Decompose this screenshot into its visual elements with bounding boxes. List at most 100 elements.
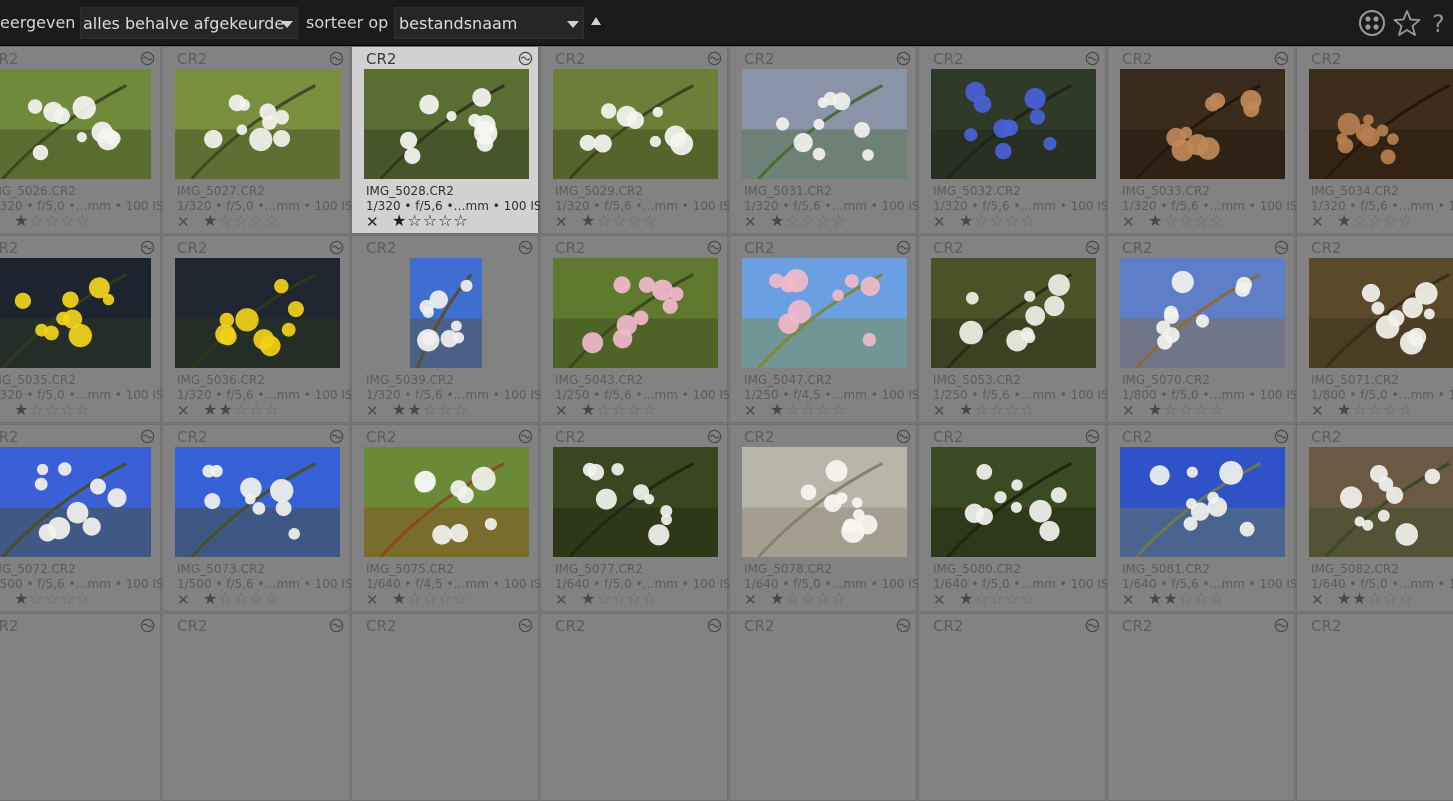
thumbnail-image[interactable] [931,447,1096,557]
thumbnail-cell[interactable]: CR2 [729,613,917,801]
thumbnail-image[interactable] [0,447,151,557]
star-icon[interactable]: ★ [392,211,407,230]
thumbnail-cell[interactable]: CR2IMG_5070.CR21/800 • f/5,0 •…mm • 100 … [1107,235,1295,423]
star-icon[interactable]: ☆ [1020,400,1035,419]
reject-icon[interactable]: ✕ [933,214,946,231]
star-icon[interactable]: ☆ [974,400,989,419]
star-icon[interactable]: ☆ [75,400,90,419]
star-icon[interactable]: ☆ [218,589,233,608]
sort-dropdown[interactable]: bestandsnaam [394,7,584,39]
star-icon[interactable]: ☆ [407,589,422,608]
star-icon[interactable]: ★ [203,211,218,230]
star-icon[interactable]: ☆ [249,400,264,419]
star-rating[interactable]: ★☆☆☆☆ [14,212,91,230]
thumbnail-cell[interactable]: CR2IMG_5078.CR21/640 • f/5,0 •…mm • 100 … [729,424,917,612]
star-rating[interactable]: ★★☆☆☆ [203,401,280,419]
altered-icon[interactable] [140,429,155,444]
altered-icon[interactable] [518,240,533,255]
star-icon[interactable]: ☆ [785,400,800,419]
star-icon[interactable]: ★ [581,400,596,419]
star-icon[interactable]: ★ [14,211,29,230]
thumbnail-cell[interactable]: CR2 [918,613,1106,801]
star-icon[interactable]: ☆ [642,211,657,230]
reject-icon[interactable]: ✕ [933,403,946,420]
star-icon[interactable]: ☆ [1020,589,1035,608]
star-icon[interactable]: ☆ [612,400,627,419]
star-icon[interactable]: ☆ [831,400,846,419]
star-icon[interactable]: ☆ [45,211,60,230]
thumbnail-image[interactable] [931,69,1096,179]
thumbnail-image[interactable] [364,69,529,179]
thumbnail-cell[interactable]: CR2IMG_5080.CR21/640 • f/5,0 •…mm • 100 … [918,424,1106,612]
reject-icon[interactable]: ✕ [0,592,1,609]
star-icon[interactable]: ☆ [801,589,816,608]
reject-icon[interactable]: ✕ [366,403,379,420]
thumbnail-image[interactable] [175,447,340,557]
star-icon[interactable]: ☆ [1163,400,1178,419]
filter-dropdown[interactable]: alles behalve afgekeurde [80,7,298,39]
star-rating[interactable]: ★☆☆☆☆ [1337,401,1414,419]
star-icon[interactable]: ☆ [642,400,657,419]
thumbnail-image[interactable] [0,258,151,368]
thumbnail-cell[interactable]: CR2IMG_5039.CR21/320 • f/5,6 •…mm • 100 … [351,235,539,423]
altered-icon[interactable] [329,240,344,255]
thumbnail-cell[interactable]: CR2IMG_5082.CR21/640 • f/5,0 •…mm • 100 … [1296,424,1453,612]
star-icon[interactable]: ★ [1148,211,1163,230]
altered-icon[interactable] [518,51,533,66]
star-overlay-icon[interactable] [1392,8,1422,38]
star-icon[interactable]: ☆ [990,589,1005,608]
thumbnail-cell[interactable]: CR2IMG_5034.CR21/320 • f/5,6 •…mm • 100 … [1296,46,1453,234]
star-icon[interactable]: ☆ [801,400,816,419]
star-icon[interactable]: ★ [392,400,407,419]
thumbnail-cell[interactable]: CR2IMG_5031.CR21/320 • f/5,6 •…mm • 100 … [729,46,917,234]
altered-icon[interactable] [707,618,722,633]
star-icon[interactable]: ☆ [29,400,44,419]
star-icon[interactable]: ☆ [218,211,233,230]
star-icon[interactable]: ☆ [1005,211,1020,230]
star-icon[interactable]: ☆ [990,400,1005,419]
star-icon[interactable]: ☆ [453,400,468,419]
star-icon[interactable]: ☆ [1179,400,1194,419]
star-icon[interactable]: ☆ [1368,211,1383,230]
help-icon[interactable]: ? [1432,10,1445,38]
star-rating[interactable]: ★★☆☆☆ [1337,590,1414,608]
star-icon[interactable]: ☆ [1020,211,1035,230]
star-icon[interactable]: ☆ [453,211,468,230]
star-icon[interactable]: ☆ [816,211,831,230]
star-rating[interactable]: ★☆☆☆☆ [203,590,280,608]
star-rating[interactable]: ★☆☆☆☆ [392,212,469,230]
star-icon[interactable]: ☆ [596,211,611,230]
altered-icon[interactable] [140,618,155,633]
star-icon[interactable]: ☆ [974,211,989,230]
altered-icon[interactable] [896,618,911,633]
reject-icon[interactable]: ✕ [744,592,757,609]
star-icon[interactable]: ☆ [438,589,453,608]
star-icon[interactable]: ☆ [785,211,800,230]
thumbnail-image[interactable] [1309,258,1453,368]
star-icon[interactable]: ☆ [1005,400,1020,419]
star-icon[interactable]: ☆ [249,211,264,230]
thumbnail-cell[interactable]: CR2IMG_5072.CR21/500 • f/5,6 •…mm • 100 … [0,424,161,612]
star-icon[interactable]: ☆ [234,211,249,230]
reject-icon[interactable]: ✕ [177,403,190,420]
star-icon[interactable]: ★ [203,400,218,419]
star-icon[interactable]: ★ [218,400,233,419]
star-icon[interactable]: ★ [1337,211,1352,230]
reject-icon[interactable]: ✕ [1311,592,1324,609]
star-icon[interactable]: ★ [581,589,596,608]
star-rating[interactable]: ★☆☆☆☆ [959,401,1036,419]
star-icon[interactable]: ☆ [1368,400,1383,419]
thumbnail-cell[interactable]: CR2 [351,613,539,801]
star-icon[interactable]: ☆ [974,589,989,608]
star-icon[interactable]: ☆ [423,589,438,608]
star-icon[interactable]: ★ [770,589,785,608]
thumbnail-image[interactable] [0,69,151,179]
thumbnail-image[interactable] [410,258,482,368]
star-icon[interactable]: ☆ [627,589,642,608]
thumbnail-image[interactable] [1309,69,1453,179]
star-icon[interactable]: ☆ [29,589,44,608]
altered-icon[interactable] [896,240,911,255]
reject-icon[interactable]: ✕ [555,592,568,609]
thumbnail-image[interactable] [931,258,1096,368]
thumbnail-cell[interactable]: CR2IMG_5029.CR21/320 • f/5,6 •…mm • 100 … [540,46,728,234]
